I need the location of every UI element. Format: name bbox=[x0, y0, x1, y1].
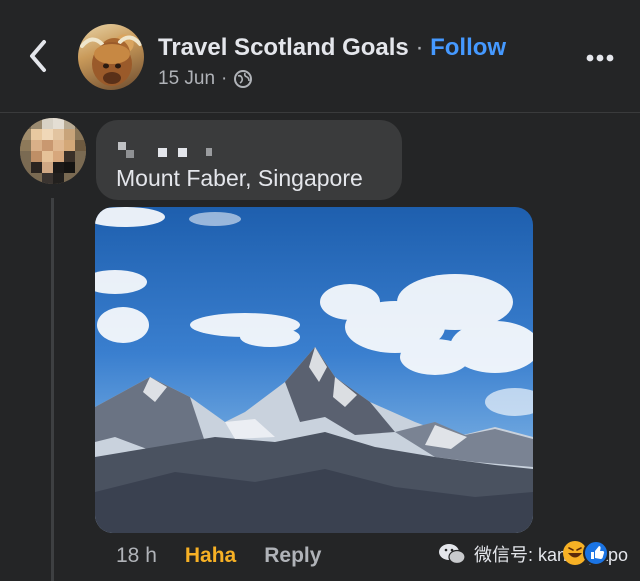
redacted-name-blocks bbox=[118, 142, 212, 158]
mountain-photo bbox=[95, 207, 533, 533]
wechat-icon bbox=[439, 544, 466, 565]
comment-bubble[interactable]: Mount Faber, Singapore bbox=[96, 120, 402, 200]
haha-button[interactable]: Haha bbox=[185, 544, 236, 568]
back-button[interactable] bbox=[22, 36, 54, 76]
post-meta: 15 Jun · bbox=[158, 68, 253, 90]
reaction-summary[interactable] bbox=[560, 538, 622, 568]
page-avatar[interactable] bbox=[78, 24, 144, 90]
thread-line bbox=[51, 198, 54, 581]
page-title-row: Travel Scotland Goals · Follow bbox=[158, 34, 506, 62]
page-name[interactable]: Travel Scotland Goals bbox=[158, 34, 409, 61]
more-dots-icon bbox=[586, 54, 614, 62]
comment-actions: 18 h Haha Reply bbox=[116, 544, 321, 568]
comment-time[interactable]: 18 h bbox=[116, 544, 157, 568]
commenter-avatar[interactable] bbox=[20, 118, 86, 184]
follow-button[interactable]: Follow bbox=[430, 34, 506, 61]
highland-cow-image bbox=[80, 35, 142, 86]
post-date[interactable]: 15 Jun bbox=[158, 68, 215, 90]
chevron-left-icon bbox=[30, 40, 46, 72]
comment-photo[interactable] bbox=[95, 207, 533, 533]
more-options-button[interactable] bbox=[582, 48, 622, 68]
pixelated-avatar-image bbox=[20, 118, 86, 184]
post-header: Travel Scotland Goals · Follow 15 Jun · bbox=[0, 0, 640, 113]
globe-icon bbox=[234, 70, 253, 88]
haha-reaction-icon bbox=[563, 540, 609, 566]
reply-button[interactable]: Reply bbox=[264, 544, 321, 568]
meta-separator: · bbox=[221, 68, 228, 89]
separator-dot: · bbox=[415, 34, 424, 61]
comment-text: Mount Faber, Singapore bbox=[116, 165, 363, 191]
